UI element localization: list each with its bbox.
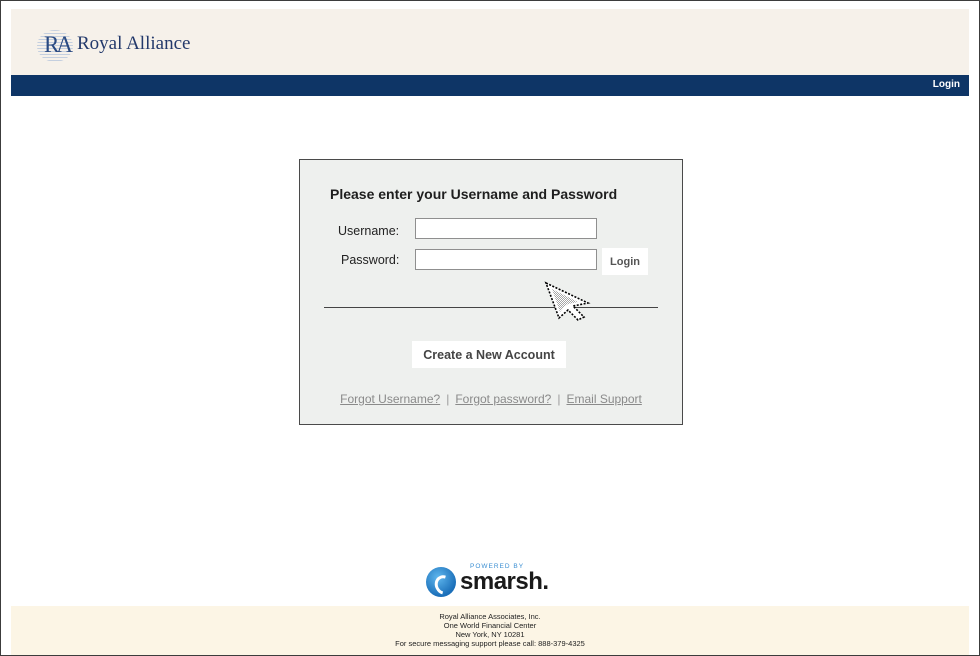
- create-account-button[interactable]: Create a New Account: [412, 341, 566, 368]
- smarsh-dot: .: [542, 568, 549, 595]
- brand-name: Royal Alliance: [77, 33, 191, 54]
- email-support-link[interactable]: Email Support: [566, 392, 641, 406]
- footer: Royal Alliance Associates, Inc. One Worl…: [11, 606, 969, 655]
- divider: [324, 307, 658, 308]
- nav-login-link[interactable]: Login: [933, 79, 960, 90]
- smarsh-name: smarsh: [460, 568, 543, 595]
- link-separator: |: [557, 392, 561, 406]
- password-input[interactable]: [415, 249, 597, 270]
- header: RA Royal Alliance: [11, 9, 969, 75]
- forgot-password-link[interactable]: Forgot password?: [455, 392, 551, 406]
- help-links: Forgot Username? | Forgot password? | Email …: [300, 392, 682, 406]
- footer-company: Royal Alliance Associates, Inc.: [439, 612, 541, 621]
- royal-alliance-logo-icon: RA: [37, 30, 73, 62]
- forgot-username-link[interactable]: Forgot Username?: [340, 392, 440, 406]
- smarsh-swirl-icon: [426, 567, 456, 597]
- password-label: Password:: [341, 253, 400, 267]
- footer-address-2: New York, NY 10281: [455, 630, 525, 639]
- smarsh-wordmark: smarsh.: [460, 568, 549, 596]
- page-frame: RA Royal Alliance Login Please enter you…: [0, 0, 980, 656]
- username-label: Username:: [338, 224, 400, 238]
- login-title: Please enter your Username and Password: [330, 186, 618, 202]
- login-button[interactable]: Login: [602, 248, 648, 275]
- username-input[interactable]: [415, 218, 597, 239]
- login-panel: Please enter your Username and Password …: [299, 159, 683, 425]
- mouse-pointer-icon: [544, 281, 591, 321]
- top-navbar: Login: [11, 75, 969, 96]
- link-separator: |: [446, 392, 450, 406]
- powered-by-smarsh: POWERED BY smarsh.: [426, 561, 566, 597]
- logo-monogram: RA: [44, 32, 73, 57]
- footer-address-1: One World Financial Center: [443, 621, 537, 630]
- footer-support: For secure messaging support please call…: [395, 639, 585, 648]
